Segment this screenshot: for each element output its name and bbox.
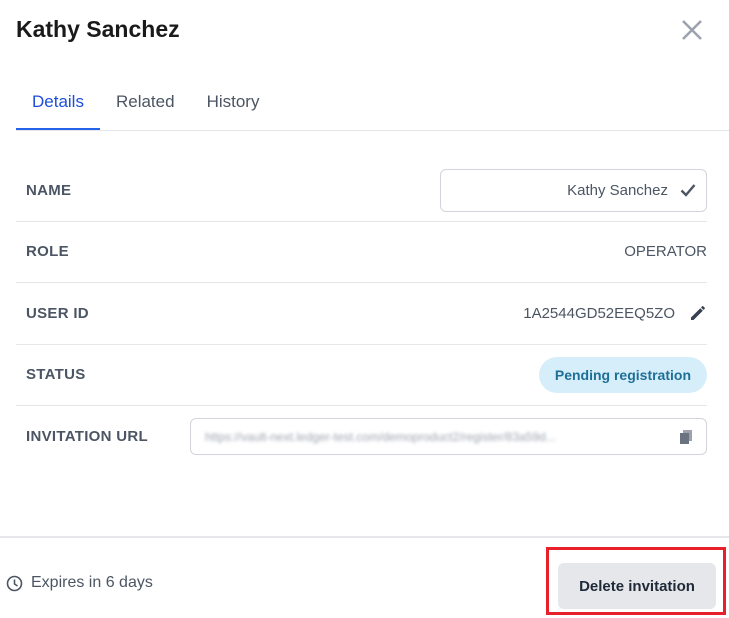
- row-user-id: USER ID 1A2544GD52EEQ5ZO: [16, 283, 707, 345]
- row-name: NAME Kathy Sanchez: [16, 160, 707, 222]
- tab-bar: Details Related History: [16, 86, 729, 131]
- name-label: NAME: [26, 181, 72, 199]
- dialog-title: Kathy Sanchez: [16, 16, 180, 42]
- tab-related[interactable]: Related: [100, 86, 191, 130]
- invitation-url-label: INVITATION URL: [26, 428, 148, 446]
- user-id-value: 1A2544GD52EEQ5ZO: [523, 304, 675, 322]
- pencil-icon[interactable]: [689, 304, 707, 322]
- tab-details[interactable]: Details: [16, 86, 100, 130]
- row-status: STATUS Pending registration: [16, 345, 707, 406]
- close-icon[interactable]: [678, 16, 706, 44]
- details-list: NAME Kathy Sanchez ROLE OPERATOR USER ID…: [16, 160, 707, 468]
- row-role: ROLE OPERATOR: [16, 222, 707, 283]
- tab-history[interactable]: History: [191, 86, 276, 130]
- copy-icon[interactable]: [680, 429, 692, 444]
- expires-text: Expires in 6 days: [31, 574, 153, 591]
- status-badge: Pending registration: [538, 356, 707, 393]
- name-value: Kathy Sanchez: [567, 181, 668, 199]
- invitation-url-value: https://vault-next.ledger-test.com/demop…: [205, 429, 556, 444]
- user-id-label: USER ID: [26, 304, 89, 322]
- role-label: ROLE: [26, 243, 69, 261]
- name-input[interactable]: Kathy Sanchez: [440, 168, 707, 212]
- delete-invitation-button[interactable]: Delete invitation: [558, 563, 716, 609]
- status-label: STATUS: [26, 366, 86, 384]
- invitation-url-field[interactable]: https://vault-next.ledger-test.com/demop…: [190, 418, 707, 456]
- row-invitation-url: INVITATION URL https://vault-next.ledger…: [16, 406, 707, 468]
- check-icon[interactable]: [680, 183, 696, 198]
- role-value: OPERATOR: [624, 243, 707, 261]
- clock-icon: [6, 575, 23, 591]
- dialog-footer: Expires in 6 days Delete invitation: [0, 536, 729, 618]
